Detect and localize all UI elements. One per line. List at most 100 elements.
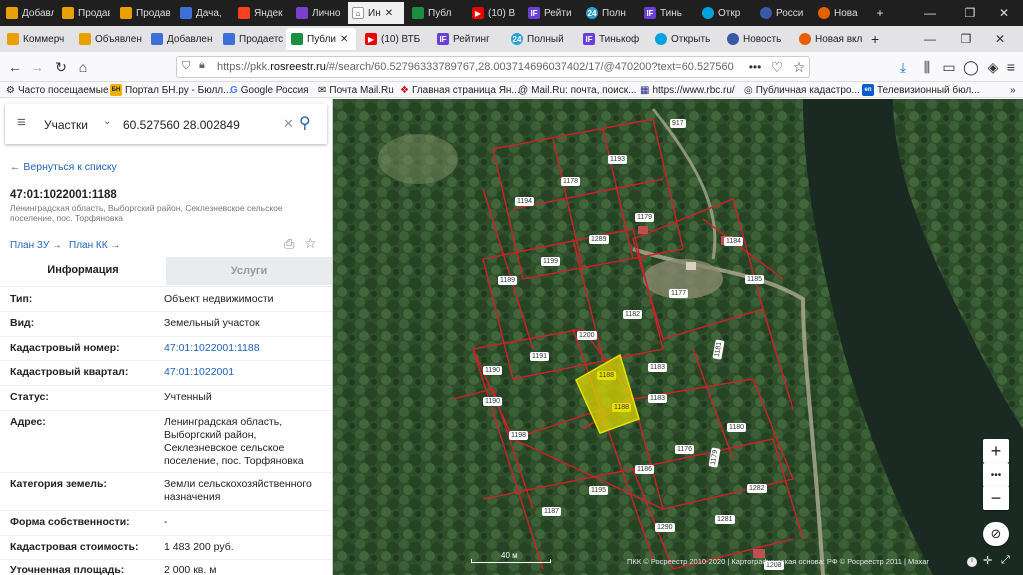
firefox-tab[interactable]: Новая вкл — [794, 28, 864, 50]
bookmark-item[interactable]: ✉ Почта Mail.Ru — [318, 83, 394, 97]
parcel-label[interactable]: 1190 — [483, 366, 503, 375]
firefox-tab[interactable]: 24 Полный — [506, 28, 576, 50]
outer-tab[interactable]: 24 Полн — [582, 2, 636, 24]
url-bar[interactable]: ⛉ 🔒︎ https://pkk. rosreestr.ru/#/search/6… — [176, 56, 810, 78]
firefox-tab[interactable]: Объявлен — [74, 28, 144, 50]
reload-icon[interactable]: ↻ — [50, 56, 72, 78]
parcel-label[interactable]: 1194 — [515, 197, 535, 206]
outer-tab[interactable]: Публ — [408, 2, 464, 24]
search-icon[interactable]: ⚲ — [299, 113, 311, 133]
tab-services[interactable]: Услуги — [166, 257, 332, 285]
plan-kk-link[interactable]: План КК → — [69, 240, 120, 251]
outer-tab[interactable]: Лично — [292, 2, 344, 24]
parcel-label[interactable]: 1184 — [724, 237, 744, 246]
hamburger-menu-icon[interactable]: ≡ — [17, 114, 26, 131]
parcel-label[interactable]: 1179 — [635, 213, 655, 222]
search-type-select[interactable]: Участки — [44, 118, 88, 132]
parcel-label[interactable]: 1187 — [542, 507, 562, 516]
parcel-label[interactable]: 1190 — [483, 397, 503, 406]
account-icon[interactable]: ◯ — [960, 56, 982, 78]
outer-tab[interactable]: IF Рейти — [524, 2, 578, 24]
firefox-tab-active[interactable]: Публи ✕ — [286, 28, 356, 50]
parcel-label[interactable]: 1178 — [561, 177, 581, 186]
bookmark-item[interactable]: @ Mail.Ru: почта, поиск... — [518, 83, 636, 97]
parcel-label[interactable]: 1200 — [577, 331, 597, 340]
tab-close-icon[interactable]: ✕ — [385, 8, 393, 19]
parcel-label[interactable]: 1198 — [509, 431, 529, 440]
parcel-label[interactable]: 1189 — [498, 276, 518, 285]
pocket-icon[interactable]: ♡ — [766, 56, 788, 78]
zoom-out-button[interactable]: − — [983, 486, 1009, 510]
shield-icon[interactable]: ⛉ — [182, 60, 190, 73]
parcel-label[interactable]: 1281 — [715, 515, 735, 524]
firefox-tab[interactable]: Коммерч — [2, 28, 72, 50]
forward-icon[interactable]: → — [26, 56, 48, 78]
outer-tab[interactable]: Нова — [814, 2, 866, 24]
back-to-list-link[interactable]: ← Вернуться к списку — [10, 161, 117, 173]
more-layers-button[interactable]: ••• — [983, 463, 1009, 487]
cadastral-number-link[interactable]: 47:01:1022001:1188 — [164, 342, 324, 355]
parcel-label[interactable]: 917 — [670, 119, 686, 128]
back-icon[interactable]: ← — [4, 56, 26, 78]
parcel-label[interactable]: 1177 — [669, 289, 689, 298]
outer-tab[interactable]: ▶ (10) В — [468, 2, 518, 24]
firefox-tab[interactable]: Продаетс — [218, 28, 284, 50]
new-tab-button[interactable]: + — [860, 0, 900, 26]
compass-icon[interactable]: ⊘ — [983, 522, 1009, 546]
minimize-icon[interactable]: — — [910, 26, 950, 52]
bookmark-item[interactable]: еп Телевизионный бюл... — [862, 83, 980, 97]
favorite-star-icon[interactable]: ☆ — [304, 235, 317, 252]
parcel-label[interactable]: 1186 — [635, 465, 655, 474]
parcel-label[interactable]: 1183 — [648, 363, 668, 372]
firefox-tab[interactable]: Новость — [722, 28, 792, 50]
menu-icon[interactable]: ≡ — [1000, 56, 1022, 78]
parcel-label[interactable]: 1183 — [648, 394, 668, 403]
parcel-label[interactable]: 1193 — [608, 155, 628, 164]
bookmark-item[interactable]: ⚙ Часто посещаемые — [6, 83, 109, 97]
close-window-icon[interactable]: ✕ — [984, 0, 1023, 26]
parcel-label[interactable]: 1191 — [530, 352, 550, 361]
outer-tab[interactable]: Яндек — [234, 2, 288, 24]
page-actions-icon[interactable]: ••• — [744, 56, 766, 78]
zoom-in-button[interactable]: + — [983, 439, 1009, 463]
download-icon[interactable]: ⤓ — [892, 56, 914, 78]
outer-tab[interactable]: Добавле — [2, 2, 54, 24]
minimize-icon[interactable]: — — [910, 0, 950, 26]
bookmark-item[interactable]: G Google Россия — [230, 83, 309, 97]
parcel-label[interactable]: 1289 — [589, 235, 609, 244]
chevron-down-icon[interactable]: ⌄ — [103, 116, 111, 127]
library-icon[interactable]: ⫼ — [916, 56, 938, 78]
parcel-label[interactable]: 1182 — [623, 310, 643, 319]
satellite-map[interactable]: 917 1193 1178 1194 1179 1289 1184 1199 1… — [333, 99, 1023, 575]
sidebar-icon[interactable]: ▭ — [938, 56, 960, 78]
outer-tab[interactable]: Откр — [698, 2, 752, 24]
fullscreen-icon[interactable]: ⤢ — [1001, 554, 1010, 567]
firefox-tab[interactable]: Открыть — [650, 28, 720, 50]
parcel-label[interactable]: 1176 — [675, 445, 695, 454]
parcel-label[interactable]: 1185 — [745, 275, 765, 284]
new-tab-button[interactable]: + — [866, 28, 886, 50]
bookmark-item[interactable]: ◎ Публичная кадастро... — [744, 83, 860, 97]
selected-parcel-label[interactable]: 1188 — [597, 371, 617, 380]
print-icon[interactable]: ⎙ — [284, 236, 294, 252]
bookmark-item[interactable]: БН Портал БН.ру - Бюлл... — [110, 83, 231, 97]
info-icon[interactable]: i — [967, 557, 977, 567]
firefox-tab[interactable]: ▶ (10) ВТБ — [360, 28, 430, 50]
selected-parcel-label[interactable]: 1188 — [612, 403, 632, 412]
parcel-label[interactable]: 1195 — [589, 486, 609, 495]
home-icon[interactable]: ⌂ — [72, 56, 94, 78]
close-window-icon[interactable]: ✕ — [980, 26, 1020, 52]
bookmark-star-icon[interactable]: ☆ — [788, 56, 810, 78]
tab-information[interactable]: Информация — [0, 257, 166, 285]
bookmark-item[interactable]: ▦ https://www.rbc.ru/ — [640, 83, 735, 97]
outer-tab[interactable]: IF Тинь — [640, 2, 694, 24]
outer-tab[interactable]: Дача, — [176, 2, 230, 24]
parcel-label[interactable]: 1282 — [747, 484, 767, 493]
bookmarks-overflow-icon[interactable]: » — [1010, 83, 1016, 97]
firefox-tab[interactable]: IF Тинькоф — [578, 28, 648, 50]
parcel-label[interactable]: 1290 — [655, 523, 675, 532]
bookmark-item[interactable]: ❖ Главная страница Ян... — [400, 83, 520, 97]
cadastral-quarter-link[interactable]: 47:01:1022001 — [164, 366, 324, 379]
outer-tab[interactable]: Росси — [756, 2, 810, 24]
clear-icon[interactable]: ✕ — [283, 116, 294, 132]
